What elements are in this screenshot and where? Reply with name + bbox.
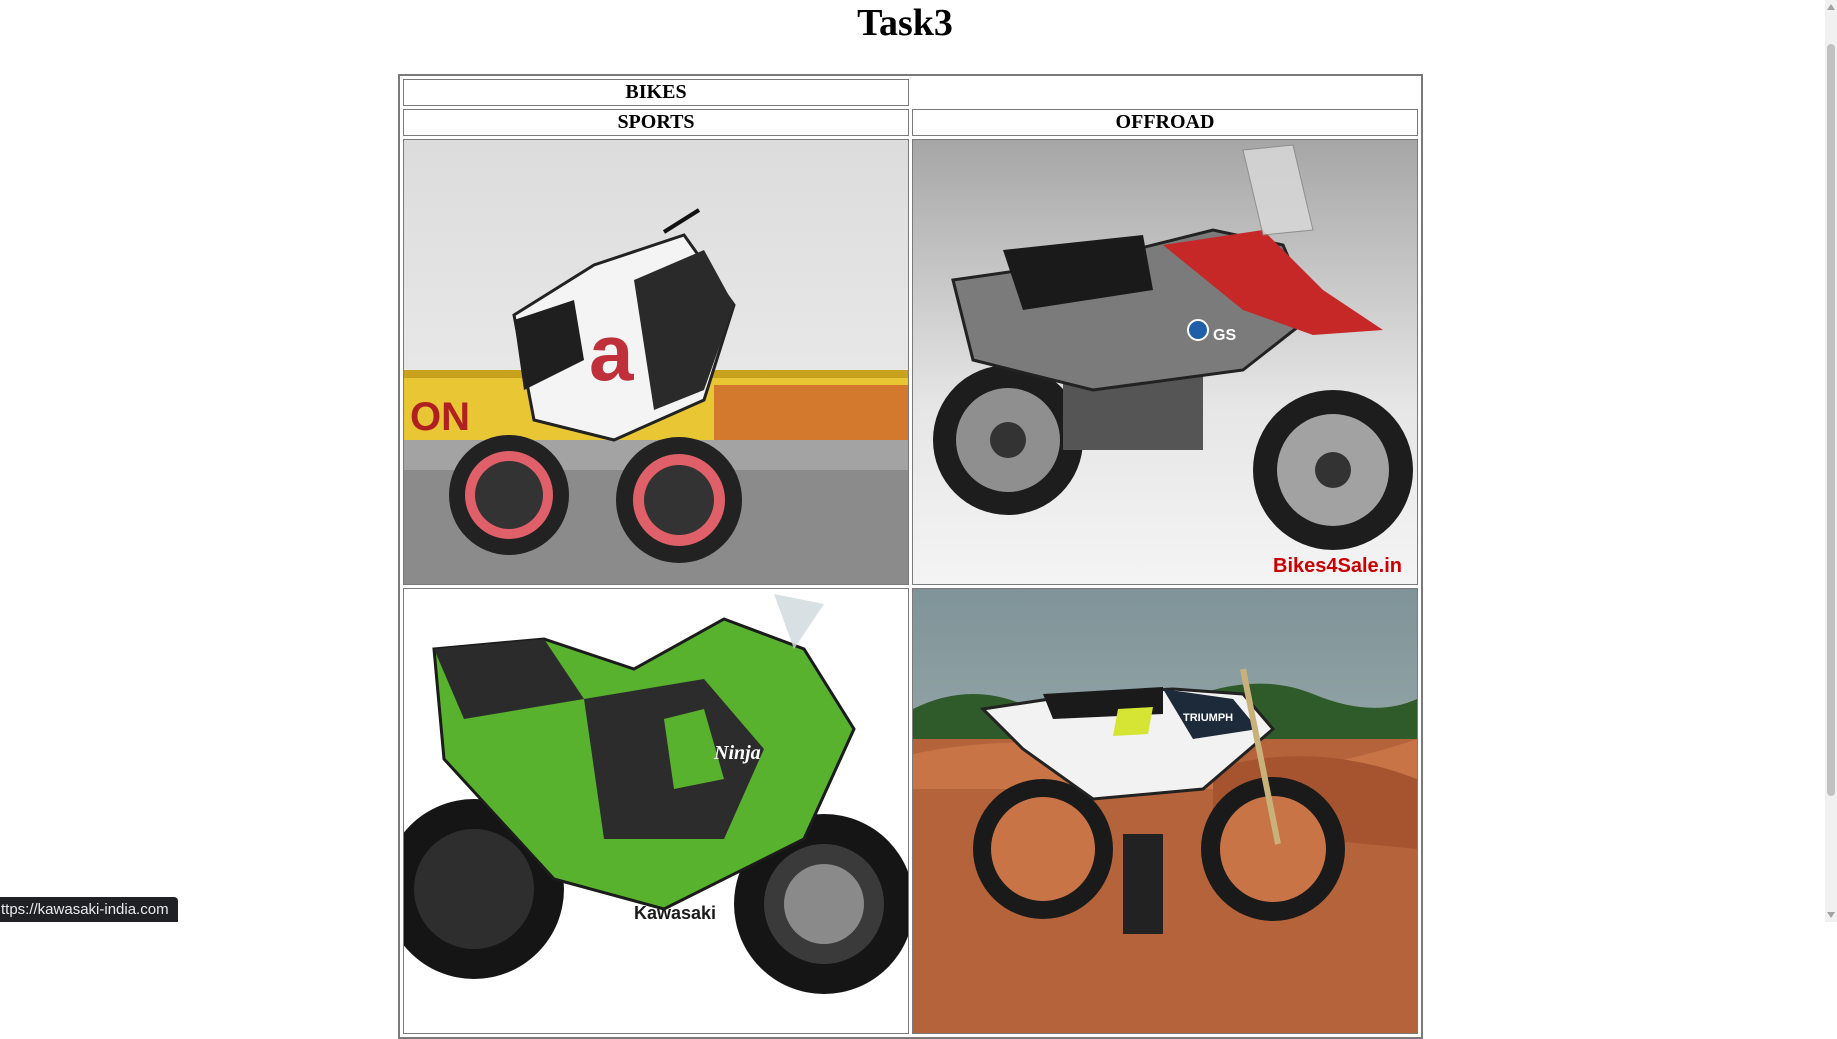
bmw-gs-image-link[interactable]: GS Bikes4Sale.in <box>913 140 1417 584</box>
offroad-image-cell-1: GS Bikes4Sale.in <box>912 139 1418 585</box>
svg-text:a: a <box>589 308 634 397</box>
svg-text:Ninja: Ninja <box>713 742 761 764</box>
scrollbar-thumb[interactable] <box>1827 44 1835 796</box>
svg-text:ON: ON <box>410 395 470 439</box>
bikes-table: BIKES SPORTS OFFROAD ON a GS Bikes4Sale.… <box>398 74 1423 1039</box>
scroll-up-arrow-icon[interactable] <box>1827 4 1835 10</box>
sports-image-cell-1: ON a <box>403 139 909 585</box>
svg-text:GS: GS <box>1213 327 1236 344</box>
kawasaki-image-link[interactable]: Ninja Kawasaki <box>404 589 908 1033</box>
svg-text:Kawasaki: Kawasaki <box>634 903 716 923</box>
aprilia-image-link[interactable]: ON a <box>404 140 908 584</box>
offroad-column-header: OFFROAD <box>912 109 1418 136</box>
aprilia-bike-image[interactable]: ON a <box>404 140 908 584</box>
empty-header-cell <box>912 79 1418 106</box>
offroad-image-cell-2: TRIUMPH <box>912 588 1418 1034</box>
svg-text:Bikes4Sale.in: Bikes4Sale.in <box>1273 555 1402 577</box>
vertical-scrollbar[interactable] <box>1825 0 1837 922</box>
page-title: Task3 <box>857 2 953 44</box>
kawasaki-ninja-image[interactable]: Ninja Kawasaki <box>404 589 908 1033</box>
sports-image-cell-2: Ninja Kawasaki <box>403 588 909 1034</box>
triumph-dirt-bike-image[interactable]: TRIUMPH <box>913 589 1417 1033</box>
bikes-header: BIKES <box>403 79 909 106</box>
bmw-gs-bike-image[interactable]: GS Bikes4Sale.in <box>913 140 1417 584</box>
sports-column-header: SPORTS <box>403 109 909 136</box>
link-status-bar: ttps://kawasaki-india.com <box>0 897 178 922</box>
triumph-image-link[interactable]: TRIUMPH <box>913 589 1417 1033</box>
scroll-down-arrow-icon[interactable] <box>1827 912 1835 918</box>
svg-text:TRIUMPH: TRIUMPH <box>1183 712 1233 724</box>
